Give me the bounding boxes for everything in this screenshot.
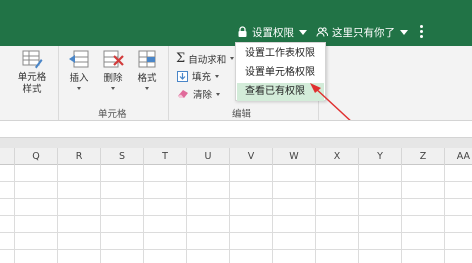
chevron-down-icon (111, 87, 115, 90)
delete-button[interactable]: 删除 (98, 48, 128, 90)
autosum-label: 自动求和 (188, 54, 227, 66)
delete-label: 删除 (103, 73, 123, 84)
chevron-down-icon (299, 29, 307, 35)
chevron-down-icon (215, 74, 220, 78)
edit-group-label: 编辑 (232, 109, 252, 120)
cell-style-button[interactable]: 单元格 样式 (14, 48, 50, 96)
chevron-down-icon (145, 87, 149, 90)
column-header[interactable]: V (230, 148, 273, 165)
sigma-icon: Σ (176, 51, 186, 66)
clear-label: 清除 (193, 90, 213, 101)
fill-label: 填充 (192, 72, 212, 83)
format-button[interactable]: 格式 (132, 48, 162, 90)
eraser-icon (178, 90, 188, 98)
lock-icon (238, 26, 247, 37)
permissions-menu-button[interactable]: 设置权限 (237, 24, 307, 40)
insert-button[interactable]: 插入 (64, 48, 94, 90)
autosum-button[interactable]: Σ 自动求和 (176, 51, 235, 66)
chevron-down-icon (230, 57, 235, 60)
formula-bar[interactable] (0, 120, 472, 138)
fill-button[interactable]: 填充 (177, 69, 220, 83)
ribbon-separator (58, 46, 59, 120)
column-header-edge (0, 148, 15, 165)
format-label: 格式 (137, 73, 157, 84)
insert-cells-icon (69, 50, 89, 68)
user-menu-button[interactable]: 这里只有你了 (316, 24, 408, 40)
column-header[interactable]: AA (445, 148, 472, 165)
sheet-gap (0, 138, 472, 148)
column-headers: Q R S T U V W X Y Z AA (0, 148, 472, 165)
column-header[interactable]: X (316, 148, 359, 165)
clear-button[interactable]: 清除 (177, 87, 221, 101)
more-vertical-icon[interactable] (418, 24, 424, 40)
column-header[interactable]: R (58, 148, 101, 165)
cells-group-label: 单元格 (98, 109, 127, 120)
top-bar: 设置权限 这里只有你了 (0, 0, 472, 46)
column-header[interactable]: Z (402, 148, 445, 165)
cell-style-label: 单元格 样式 (17, 72, 47, 95)
permissions-menu-label: 设置权限 (252, 26, 294, 39)
chevron-down-icon (77, 87, 81, 90)
delete-cells-icon (103, 50, 124, 68)
cell-style-icon (22, 50, 43, 69)
column-header[interactable]: W (273, 148, 316, 165)
column-header[interactable]: Q (15, 148, 58, 165)
ribbon-separator (168, 46, 169, 120)
menu-item-sheet-permissions[interactable]: 设置工作表权限 (237, 45, 324, 63)
chevron-down-icon (400, 29, 408, 35)
users-icon (316, 27, 328, 37)
column-header[interactable]: T (144, 148, 187, 165)
column-header[interactable]: U (187, 148, 230, 165)
format-cells-icon (138, 50, 156, 68)
chevron-down-icon (216, 92, 221, 96)
user-menu-label: 这里只有你了 (332, 26, 395, 39)
insert-label: 插入 (69, 73, 89, 84)
column-header[interactable]: S (101, 148, 144, 165)
cell-grid[interactable] (0, 165, 472, 263)
fill-down-icon (177, 70, 188, 82)
column-header[interactable]: Y (359, 148, 402, 165)
